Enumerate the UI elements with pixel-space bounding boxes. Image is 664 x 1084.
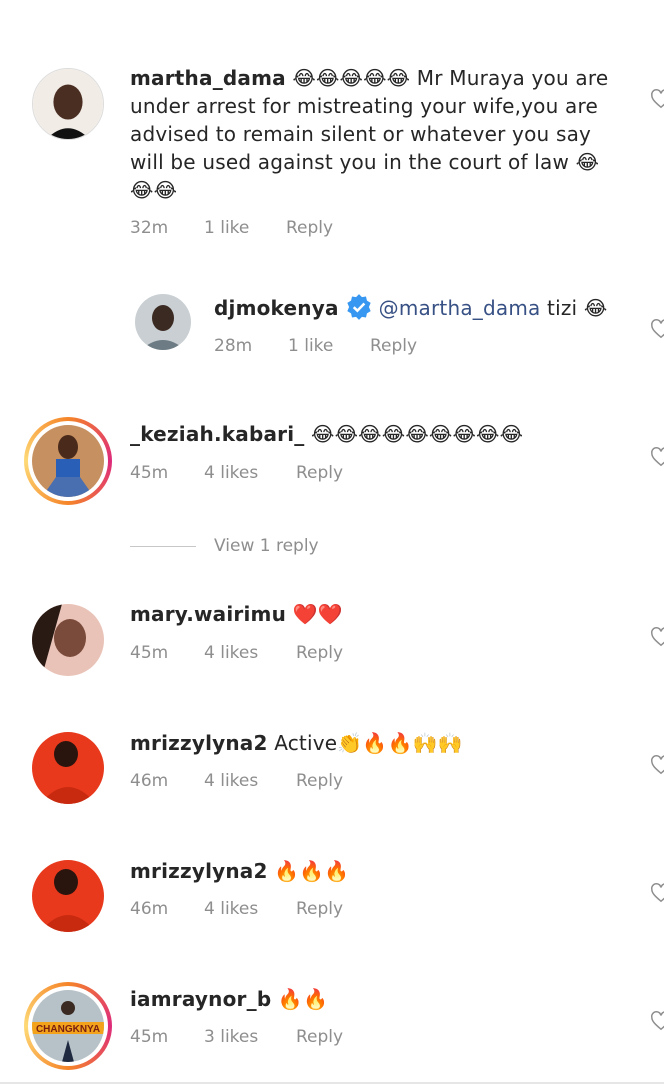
- comment-meta: 28m 1 like Reply: [214, 336, 417, 356]
- comment-body: ❤️❤️: [292, 602, 343, 626]
- comment-meta: 46m 4 likes Reply: [130, 899, 343, 919]
- verified-badge-icon: [346, 294, 371, 320]
- comment-body: 🔥🔥: [277, 987, 329, 1011]
- view-replies-button[interactable]: View 1 reply: [130, 536, 319, 556]
- comment-username[interactable]: djmokenya: [214, 296, 339, 320]
- story-ring[interactable]: [24, 417, 112, 505]
- comment-text: martha_dama 😂😂😂😂😂 Mr Muraya you are unde…: [130, 64, 620, 204]
- view-replies-divider: [130, 545, 196, 547]
- comment-username[interactable]: mary.wairimu: [130, 602, 286, 626]
- reply-button[interactable]: Reply: [296, 899, 343, 919]
- avatar[interactable]: CHANGKNYA: [32, 990, 104, 1062]
- view-replies-label[interactable]: View 1 reply: [214, 536, 319, 556]
- comment-meta: 32m 1 like Reply: [130, 218, 333, 238]
- comment-body: tizi 😂: [540, 296, 608, 320]
- comment-body: 😂😂😂😂😂😂😂😂😂: [311, 422, 524, 446]
- heart-icon[interactable]: [650, 446, 664, 468]
- comment-time: 46m: [130, 899, 169, 919]
- comment-text: _keziah.kabari_ 😂😂😂😂😂😂😂😂😂: [130, 420, 620, 448]
- reply-button[interactable]: Reply: [296, 1027, 343, 1047]
- comment-text: mrizzylyna2 Active👏🔥🔥🙌🙌: [130, 729, 620, 757]
- avatar[interactable]: [32, 68, 104, 140]
- comment-text: iamraynor_b 🔥🔥: [130, 985, 620, 1013]
- comment-time: 46m: [130, 771, 169, 791]
- mention-link[interactable]: @martha_dama: [379, 296, 541, 320]
- reply-button[interactable]: Reply: [296, 463, 343, 483]
- comment-time: 45m: [130, 1027, 169, 1047]
- comment-likes[interactable]: 4 likes: [204, 899, 296, 919]
- comment-username[interactable]: mrizzylyna2: [130, 731, 268, 755]
- comment-time: 45m: [130, 643, 169, 663]
- comment-time: 32m: [130, 218, 169, 238]
- heart-icon[interactable]: [650, 88, 664, 110]
- avatar[interactable]: [32, 732, 104, 804]
- comment-likes[interactable]: 4 likes: [204, 771, 296, 791]
- comment-username[interactable]: martha_dama: [130, 66, 286, 90]
- comment-body: Active👏🔥🔥🙌🙌: [274, 731, 463, 755]
- heart-icon[interactable]: [650, 1010, 664, 1032]
- comment-time: 45m: [130, 463, 169, 483]
- comment-likes[interactable]: 1 like: [288, 336, 370, 356]
- heart-icon[interactable]: [650, 754, 664, 776]
- comment-meta: 45m 3 likes Reply: [130, 1027, 343, 1047]
- comment-username[interactable]: _keziah.kabari_: [130, 422, 304, 446]
- heart-icon[interactable]: [650, 318, 664, 340]
- comment-meta: 45m 4 likes Reply: [130, 463, 343, 483]
- avatar[interactable]: [32, 860, 104, 932]
- comment-likes[interactable]: 4 likes: [204, 463, 296, 483]
- comment-meta: 45m 4 likes Reply: [130, 643, 343, 663]
- comment-username[interactable]: mrizzylyna2: [130, 859, 268, 883]
- reply-button[interactable]: Reply: [370, 336, 417, 356]
- reply-button[interactable]: Reply: [286, 218, 333, 238]
- reply-button[interactable]: Reply: [296, 643, 343, 663]
- avatar[interactable]: [32, 425, 104, 497]
- avatar[interactable]: [32, 604, 104, 676]
- story-ring[interactable]: CHANGKNYA: [24, 982, 112, 1070]
- comment-body: 🔥🔥🔥: [274, 859, 350, 883]
- heart-icon[interactable]: [650, 882, 664, 904]
- reply-button[interactable]: Reply: [296, 771, 343, 791]
- comment-text: djmokenya @martha_dama tizi 😂: [214, 293, 634, 322]
- comment-likes[interactable]: 3 likes: [204, 1027, 296, 1047]
- comment-text: mrizzylyna2 🔥🔥🔥: [130, 857, 620, 885]
- avatar-logo-text: CHANGKNYA: [36, 1024, 100, 1035]
- comment-likes[interactable]: 1 like: [204, 218, 286, 238]
- comment-meta: 46m 4 likes Reply: [130, 771, 343, 791]
- comment-time: 28m: [214, 336, 253, 356]
- avatar[interactable]: [135, 294, 191, 350]
- heart-icon[interactable]: [650, 626, 664, 648]
- comment-likes[interactable]: 4 likes: [204, 643, 296, 663]
- comment-text: mary.wairimu ❤️❤️: [130, 600, 620, 628]
- comment-username[interactable]: iamraynor_b: [130, 987, 271, 1011]
